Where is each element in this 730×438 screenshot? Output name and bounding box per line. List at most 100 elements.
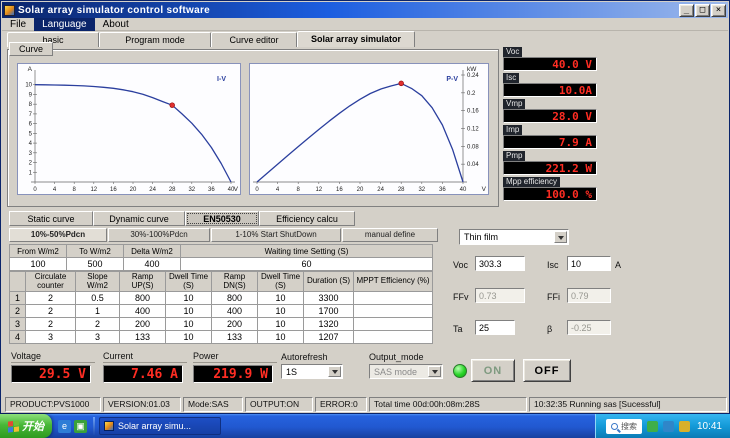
screen: Solar array simulator control software _… [0, 0, 730, 438]
table-cell[interactable]: 800 [119, 291, 166, 305]
table-cell[interactable]: 133 [119, 330, 166, 344]
menu-about[interactable]: About [95, 18, 137, 31]
table-cell[interactable]: 133 [211, 330, 258, 344]
chevron-down-icon[interactable] [554, 231, 567, 243]
output-mode-label: Output_mode [369, 352, 424, 362]
readout-voc: Voc 40.0 V [503, 47, 601, 71]
table-cell[interactable]: 400 [211, 304, 258, 318]
pv-model-select[interactable]: Thin film [459, 229, 569, 245]
current-meter: Current 7.46 A [103, 351, 187, 383]
quick-launch-icon[interactable]: e [58, 419, 71, 433]
menu-language[interactable]: Language [34, 17, 95, 31]
minimize-button[interactable]: _ [679, 3, 694, 17]
readout-label: Imp [503, 125, 523, 135]
table-cell[interactable]: 3300 [303, 291, 354, 305]
beta-label: β [547, 324, 553, 334]
tray-search-toolbar[interactable]: 搜索 [605, 418, 642, 434]
ramp-sequence-table: Circulate counter Slope W/m2 Ramp UP(S) … [9, 271, 433, 344]
svg-text:32: 32 [418, 187, 425, 193]
table-cell[interactable]: 2 [75, 317, 120, 331]
off-button[interactable]: OFF [523, 359, 571, 382]
svg-text:24: 24 [149, 187, 156, 193]
table-cell[interactable]: 10 [165, 291, 212, 305]
table-cell[interactable]: 10 [257, 304, 304, 318]
table-cell[interactable]: 2 [25, 317, 76, 331]
table-cell[interactable]: 2 [25, 304, 76, 318]
cell-waiting-time[interactable]: 60 [180, 257, 433, 271]
table-cell[interactable]: 200 [119, 317, 166, 331]
taskbar-task-button[interactable]: Solar array simu... [99, 417, 221, 435]
col-to: To W/m2 [66, 244, 124, 258]
tray-icon[interactable] [662, 420, 674, 432]
tab-range-10-50[interactable]: 10%-50%Pdcn [9, 228, 107, 242]
tab-efficiency-calcu[interactable]: Efficiency calcu [259, 211, 355, 226]
isc-field[interactable] [567, 256, 611, 271]
table-cell[interactable]: 1 [75, 304, 120, 318]
svg-text:2: 2 [29, 161, 33, 167]
table-cell[interactable]: 1320 [303, 317, 354, 331]
start-button[interactable]: 开始 [0, 414, 52, 438]
table-cell[interactable]: 1700 [303, 304, 354, 318]
current-display: 7.46 A [103, 365, 183, 383]
maximize-button[interactable]: □ [695, 3, 710, 17]
tab-dynamic-curve[interactable]: Dynamic curve [93, 211, 185, 226]
table-cell[interactable]: 1207 [303, 330, 354, 344]
table-cell[interactable]: 10 [257, 330, 304, 344]
readout-label: Vmp [503, 99, 526, 109]
menu-file[interactable]: File [2, 18, 34, 31]
table-cell[interactable]: 10 [165, 330, 212, 344]
table-cell[interactable]: 800 [211, 291, 258, 305]
quick-launch-icon[interactable]: ▣ [74, 419, 87, 433]
beta-field [567, 320, 611, 335]
table-cell[interactable] [353, 330, 433, 344]
svg-text:6: 6 [29, 122, 33, 128]
tray-icon[interactable] [678, 420, 690, 432]
windows-logo-icon [8, 419, 19, 433]
close-button[interactable]: × [711, 3, 726, 17]
tab-curve-editor[interactable]: Curve editor [211, 32, 297, 47]
chevron-down-icon[interactable] [328, 366, 341, 377]
table-cell[interactable]: 10 [165, 317, 212, 331]
tray-icon[interactable] [646, 420, 658, 432]
tab-en50530[interactable]: EN50530 [185, 211, 259, 226]
tab-solar-array-simulator[interactable]: Solar array simulator [297, 31, 415, 47]
table-cell[interactable]: 3 [25, 330, 76, 344]
tab-range-30-100[interactable]: 30%-100%Pdcn [108, 228, 210, 242]
tab-manual-define[interactable]: manual define [342, 228, 438, 242]
ta-field[interactable] [475, 320, 515, 335]
curve-group-tab[interactable]: Curve [9, 42, 54, 56]
table-cell[interactable]: 0.5 [75, 291, 120, 305]
table-cell[interactable]: 10 [165, 304, 212, 318]
table-cell[interactable] [353, 291, 433, 305]
table-cell[interactable]: 10 [257, 317, 304, 331]
voc-field[interactable] [475, 256, 525, 271]
on-button[interactable]: ON [471, 359, 515, 382]
main-tab-bar: basic Program mode Curve editor Solar ar… [7, 31, 415, 47]
table-cell[interactable]: 3 [75, 330, 120, 344]
tab-range-start-shutdown[interactable]: 1-10% Start ShutDown [211, 228, 341, 242]
svg-text:36: 36 [208, 187, 215, 193]
cell-delta[interactable]: 400 [123, 257, 181, 271]
table-cell[interactable]: 2 [25, 291, 76, 305]
cell-to[interactable]: 500 [66, 257, 124, 271]
svg-text:0.24: 0.24 [467, 73, 479, 79]
table-cell[interactable]: 200 [211, 317, 258, 331]
autorefresh-select[interactable]: 1S [281, 364, 343, 379]
col-ramp-up: Ramp UP(S) [119, 271, 166, 292]
svg-text:12: 12 [315, 187, 322, 193]
readout-mpp-efficiency: Mpp efficiency 100.0 % [503, 177, 601, 201]
status-product: PRODUCT:PVS1000 [5, 397, 101, 412]
readout-label: Mpp efficiency [503, 177, 560, 187]
svg-text:16: 16 [336, 187, 343, 193]
titlebar[interactable]: Solar array simulator control software _… [2, 2, 728, 18]
row-number: 1 [9, 291, 26, 305]
tab-static-curve[interactable]: Static curve [9, 211, 93, 226]
cell-from[interactable]: 100 [9, 257, 67, 271]
tab-program-mode[interactable]: Program mode [99, 32, 211, 47]
table-cell[interactable] [353, 317, 433, 331]
table-cell[interactable] [353, 304, 433, 318]
tray-toolbar-label: 搜索 [620, 421, 637, 431]
table-cell[interactable]: 400 [119, 304, 166, 318]
table-cell[interactable]: 10 [257, 291, 304, 305]
col-delta: Delta W/m2 [123, 244, 181, 258]
